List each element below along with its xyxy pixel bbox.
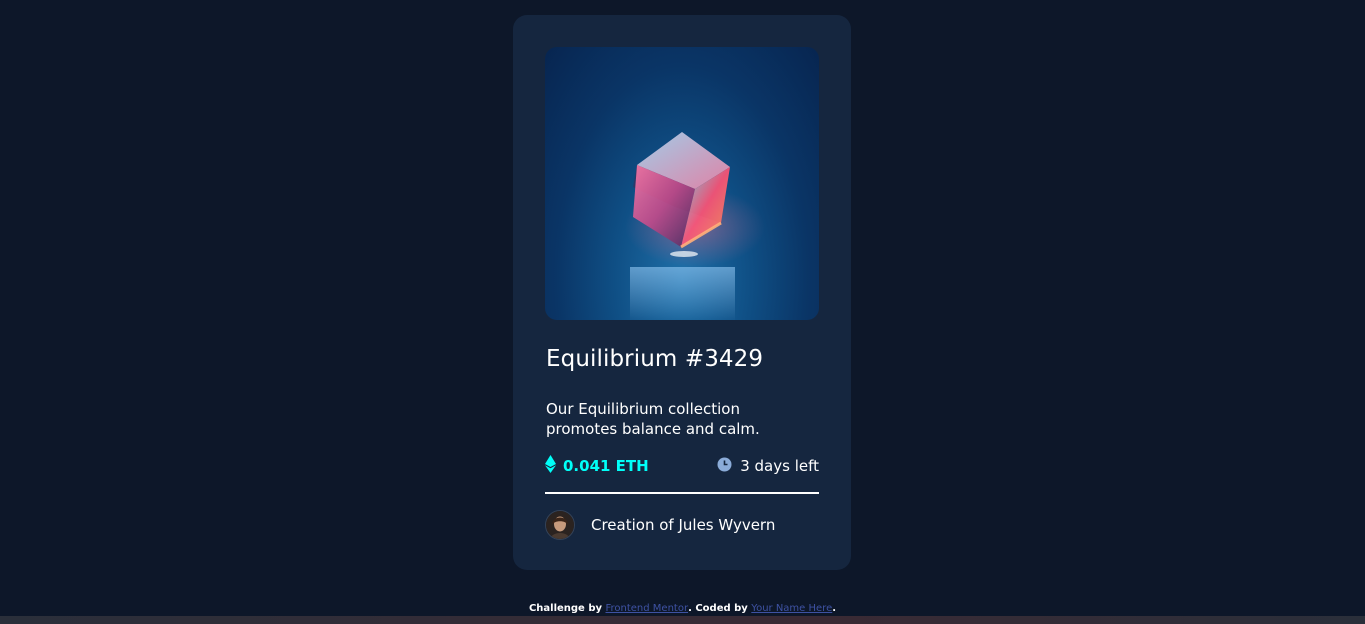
price-value: 0.041 ETH bbox=[563, 457, 649, 475]
attribution: Challenge by Frontend Mentor. Coded by Y… bbox=[0, 603, 1365, 614]
creator-row: Creation of Jules Wyvern bbox=[545, 510, 819, 540]
crystal-cube-image bbox=[625, 132, 765, 320]
footer-end: . bbox=[832, 603, 837, 614]
clock-icon bbox=[717, 457, 732, 476]
creator-text: Creation of Jules Wyvern bbox=[591, 516, 775, 534]
card-meta: 0.041 ETH 3 days left bbox=[545, 455, 819, 477]
creator-prefix: Creation of bbox=[591, 516, 679, 534]
divider bbox=[545, 492, 819, 494]
nft-card: Equilibrium #3429 Our Equilibrium collec… bbox=[513, 15, 851, 570]
challenge-by-text: Challenge by bbox=[528, 603, 602, 614]
card-description: Our Equilibrium collection promotes bala… bbox=[546, 400, 760, 438]
frontend-mentor-link[interactable]: Frontend Mentor bbox=[605, 603, 688, 614]
price: 0.041 ETH bbox=[545, 455, 649, 477]
page: Equilibrium #3429 Our Equilibrium collec… bbox=[0, 0, 1365, 624]
coded-by-text: . Coded by bbox=[688, 603, 748, 614]
card-title[interactable]: Equilibrium #3429 bbox=[546, 346, 819, 372]
time-left-value: 3 days left bbox=[740, 457, 819, 475]
nft-image[interactable] bbox=[545, 47, 819, 320]
avatar bbox=[545, 510, 575, 540]
window-bottom-edge bbox=[0, 616, 1365, 624]
ethereum-icon bbox=[545, 455, 556, 477]
your-name-link[interactable]: Your Name Here bbox=[751, 603, 832, 614]
time-left: 3 days left bbox=[717, 457, 819, 476]
creator-name[interactable]: Jules Wyvern bbox=[678, 516, 775, 534]
